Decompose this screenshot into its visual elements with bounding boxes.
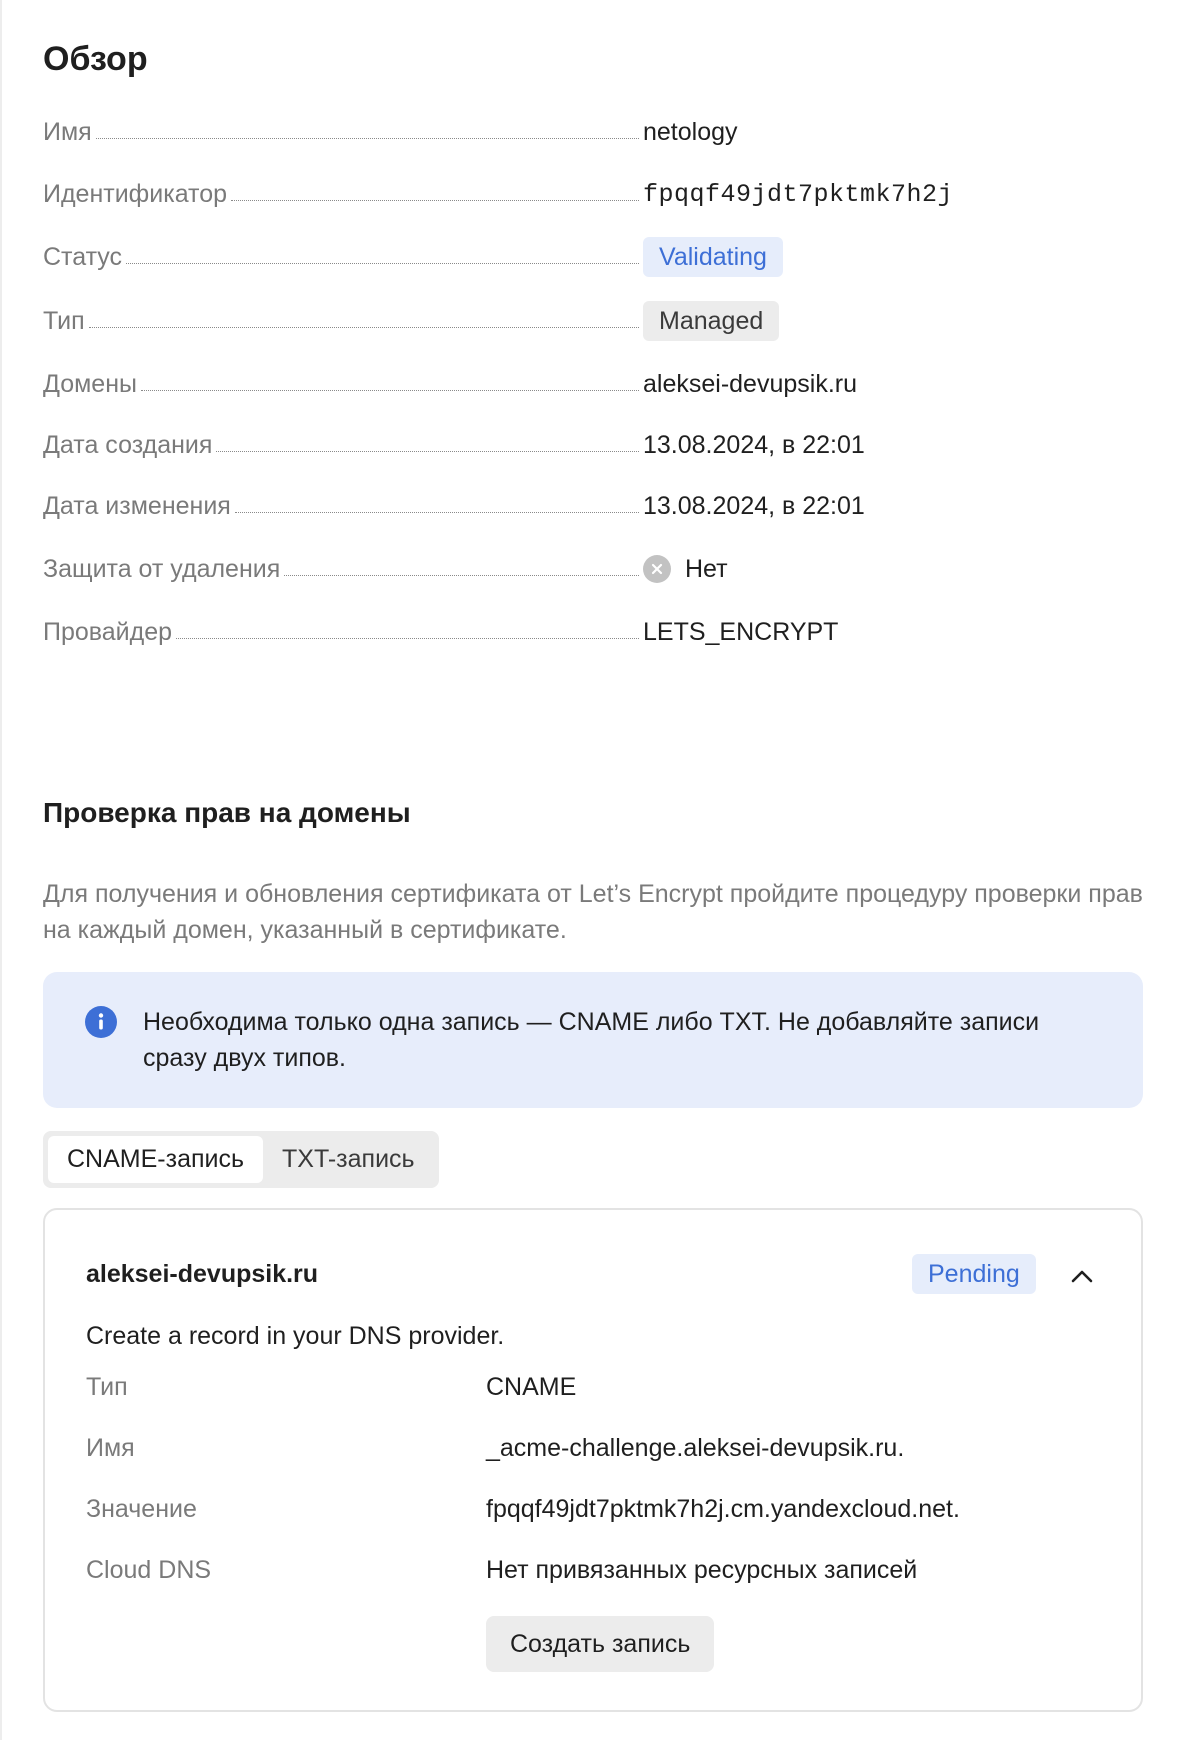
prop-provider-value: LETS_ENCRYPT — [643, 617, 839, 646]
record-type-value: CNAME — [486, 1373, 577, 1401]
info-alert-text: Необходима только одна запись — CNAME ли… — [143, 1008, 1040, 1072]
prop-provider: Провайдер LETS_ENCRYPT — [43, 612, 1143, 652]
prop-modified: Дата изменения 13.08.2024, в 22:01 — [43, 486, 1143, 526]
left-border — [0, 0, 2, 1740]
pending-status-badge: Pending — [912, 1254, 1036, 1294]
prop-protection-label: Защита от удаления — [43, 554, 281, 583]
prop-id-label: Идентификатор — [43, 179, 228, 208]
prop-name-value: netology — [643, 117, 738, 146]
page-title: Обзор — [43, 40, 148, 78]
prop-created-label: Дата создания — [43, 430, 213, 459]
record-value-row: Значение fpqqf49jdt7pktmk7h2j.cm.yandexc… — [86, 1495, 1086, 1524]
type-badge: Managed — [643, 301, 780, 341]
tab-txt[interactable]: TXT-запись — [263, 1136, 434, 1183]
prop-domains-label: Домены — [43, 369, 137, 398]
prop-type-label: Тип — [43, 306, 85, 335]
prop-modified-label: Дата изменения — [43, 491, 231, 520]
close-circle-icon — [643, 555, 671, 583]
domain-record-card: aleksei-devupsik.ru Pending Create a rec… — [43, 1208, 1143, 1712]
prop-id-value[interactable]: fpqqf49jdt7pktmk7h2j — [643, 180, 953, 209]
prop-status: Статус Validating — [43, 237, 1143, 277]
chevron-up-icon[interactable] — [1060, 1254, 1104, 1298]
domain-check-title: Проверка прав на домены — [43, 797, 411, 828]
create-record-button[interactable]: Создать запись — [486, 1616, 715, 1672]
cloud-dns-value: Нет привязанных ресурсных записей — [486, 1556, 918, 1584]
record-value-value[interactable]: fpqqf49jdt7pktmk7h2j.cm.yandexcloud.net. — [486, 1495, 960, 1524]
prop-domains: Домены aleksei-devupsik.ru — [43, 364, 1143, 404]
prop-name-label: Имя — [43, 117, 92, 146]
info-icon — [85, 1006, 117, 1038]
prop-domains-value: aleksei-devupsik.ru — [643, 369, 857, 398]
prop-created-value: 13.08.2024, в 22:01 — [643, 430, 865, 459]
info-alert: Необходима только одна запись — CNAME ли… — [43, 972, 1143, 1108]
status-badge: Validating — [643, 237, 783, 277]
card-domain-name: aleksei-devupsik.ru — [86, 1260, 319, 1288]
prop-created: Дата создания 13.08.2024, в 22:01 — [43, 425, 1143, 465]
cloud-dns-label: Cloud DNS — [86, 1556, 212, 1584]
record-name-row: Имя _acme-challenge.aleksei-devupsik.ru. — [86, 1434, 1086, 1463]
record-value-label: Значение — [86, 1495, 197, 1523]
record-name-value[interactable]: _acme-challenge.aleksei-devupsik.ru. — [486, 1434, 904, 1463]
prop-id: Идентификатор fpqqf49jdt7pktmk7h2j — [43, 174, 1143, 214]
prop-protection-value: Нет — [685, 554, 728, 583]
record-type-label: Тип — [86, 1373, 128, 1401]
card-hint: Create a record in your DNS provider. — [86, 1322, 505, 1350]
prop-status-label: Статус — [43, 242, 123, 271]
prop-type: Тип Managed — [43, 301, 1143, 341]
domain-check-description: Для получения и обновления сертификата о… — [43, 880, 1143, 944]
tab-cname[interactable]: CNAME-запись — [48, 1136, 264, 1183]
record-cloud-dns-row: Cloud DNS Нет привязанных ресурсных запи… — [86, 1556, 1086, 1585]
record-type-tabs: CNAME-запись TXT-запись — [43, 1131, 439, 1188]
record-name-label: Имя — [86, 1434, 135, 1462]
record-type-row: Тип CNAME — [86, 1373, 1086, 1402]
prop-name: Имя netology — [43, 112, 1143, 152]
prop-modified-value: 13.08.2024, в 22:01 — [643, 491, 865, 520]
prop-provider-label: Провайдер — [43, 617, 173, 646]
prop-deletion-protection: Защита от удаления Нет — [43, 549, 1143, 589]
